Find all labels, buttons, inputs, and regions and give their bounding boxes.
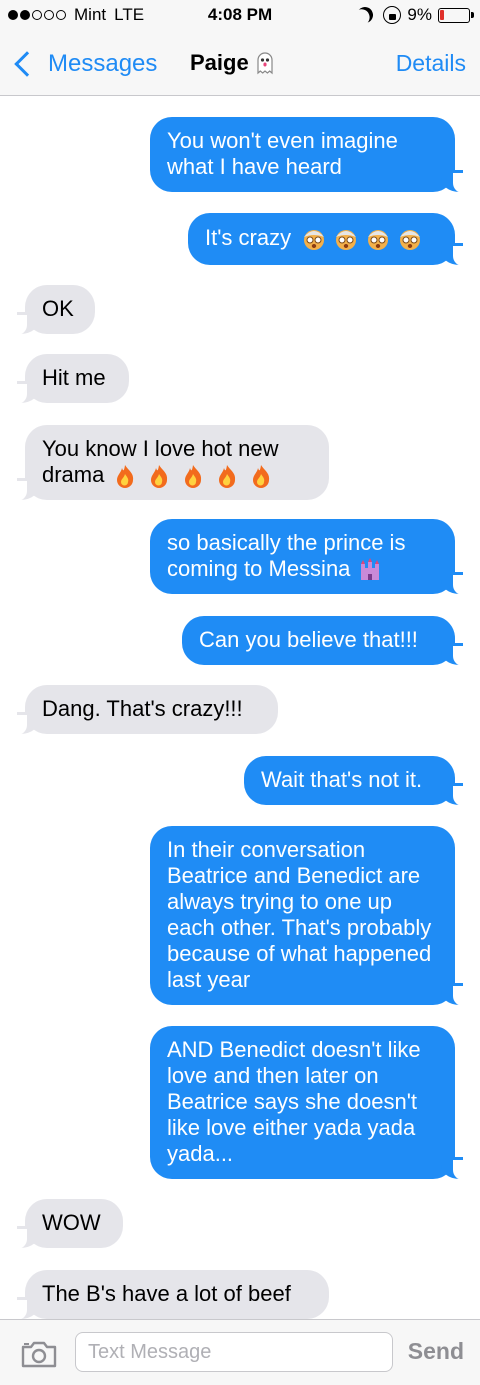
- status-right: 9%: [355, 5, 474, 26]
- back-button[interactable]: Messages: [12, 44, 157, 84]
- contact-name: Paige: [190, 50, 249, 75]
- old-woman-emoji: [336, 230, 357, 251]
- message-text: You won't even imagine what I have heard: [167, 128, 398, 179]
- message-text: Can you believe that!!!: [199, 627, 418, 652]
- message-bubble-received: OK: [13, 285, 95, 335]
- message-bubble-sent: AND Benedict doesn't like love and then …: [150, 1026, 467, 1180]
- conversation-title[interactable]: Paige: [190, 50, 275, 76]
- details-button[interactable]: Details: [396, 50, 466, 77]
- message-bubble-sent: It's crazy: [188, 213, 467, 267]
- message-bubble-sent: so basically the prince is coming to Mes…: [150, 519, 467, 596]
- compose-bar: Send: [0, 1319, 480, 1385]
- emoji-group: [301, 226, 423, 252]
- back-label: Messages: [48, 50, 158, 77]
- message-bubble-received: Dang. That's crazy!!!: [13, 685, 278, 735]
- ghost-icon: [257, 52, 273, 75]
- nav-bar: Messages Paige Details: [0, 32, 480, 96]
- message-text: Hit me: [42, 365, 106, 390]
- message-bubble-sent: Wait that's not it.: [244, 756, 467, 806]
- fire-emoji: [117, 465, 134, 489]
- message-bubble-received: WOW: [13, 1199, 123, 1249]
- fire-emoji: [185, 465, 202, 489]
- old-woman-emoji: [304, 230, 325, 251]
- message-bubble-sent: Can you believe that!!!: [182, 616, 467, 666]
- message-text: The B's have a lot of beef: [42, 1281, 291, 1306]
- fire-emoji: [253, 465, 270, 489]
- message-text: It's crazy: [205, 225, 292, 250]
- message-bubble-received: The B's have a lot of beef: [13, 1270, 329, 1319]
- message-bubble-sent: You won't even imagine what I have heard: [150, 117, 467, 193]
- camera-icon[interactable]: [20, 1340, 58, 1368]
- message-bubble-received: You know I love hot new drama: [13, 425, 329, 502]
- message-thread[interactable]: You won't even imagine what I have heard…: [0, 97, 480, 1319]
- message-input[interactable]: [75, 1332, 393, 1372]
- battery-percent: 9%: [407, 5, 432, 24]
- message-text: AND Benedict doesn't like love and then …: [167, 1037, 421, 1166]
- castle-emoji: [360, 558, 379, 581]
- message-text: In their conversation Beatrice and Bened…: [167, 837, 432, 992]
- fire-emoji: [151, 465, 168, 489]
- message-bubble-sent: In their conversation Beatrice and Bened…: [150, 826, 467, 1006]
- status-bar: Mint LTE 4:08 PM 9%: [0, 0, 480, 32]
- fire-emoji: [219, 465, 236, 489]
- message-text: OK: [42, 296, 74, 321]
- chevron-left-icon: [14, 51, 40, 77]
- emoji-group: [114, 464, 272, 489]
- old-woman-emoji: [400, 230, 421, 251]
- message-text: WOW: [42, 1210, 101, 1235]
- send-button[interactable]: Send: [408, 1338, 464, 1365]
- message-text: Dang. That's crazy!!!: [42, 696, 243, 721]
- moon-icon: [355, 5, 376, 26]
- rotation-lock-icon: [383, 6, 402, 24]
- message-text: Wait that's not it.: [261, 767, 423, 792]
- battery-icon: [438, 7, 474, 23]
- message-bubble-received: Hit me: [13, 354, 129, 404]
- old-woman-emoji: [368, 230, 389, 251]
